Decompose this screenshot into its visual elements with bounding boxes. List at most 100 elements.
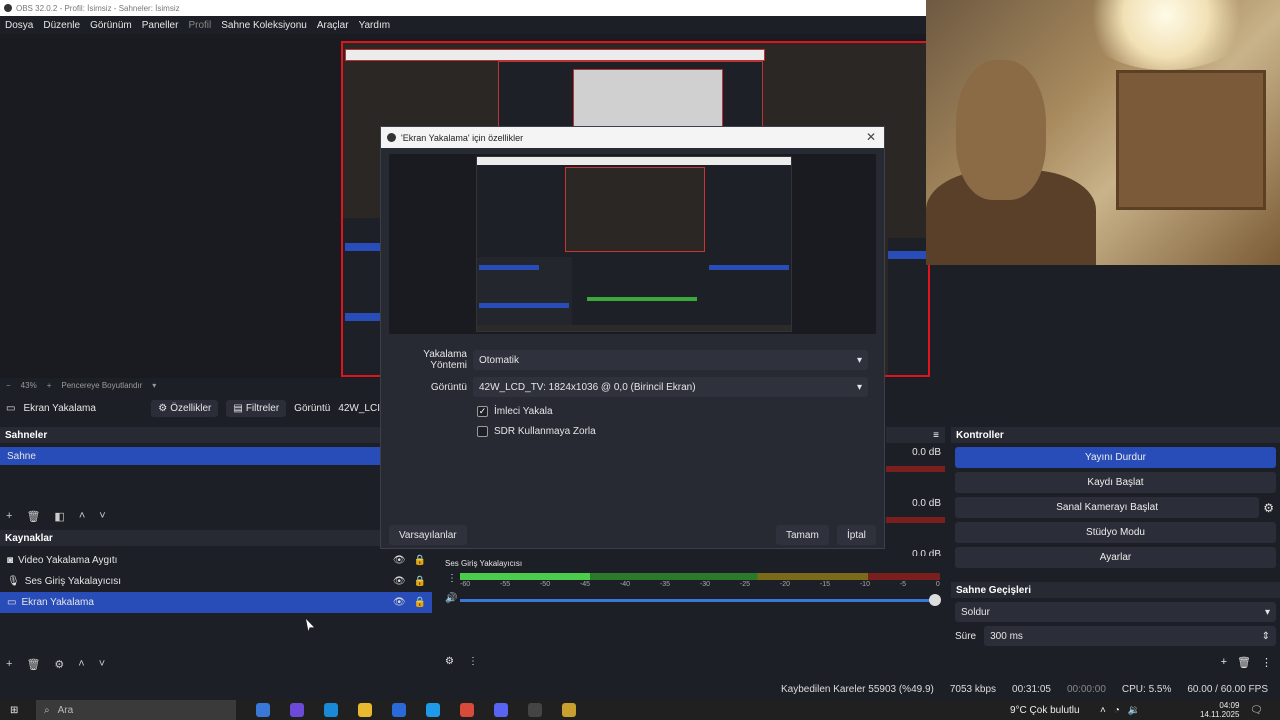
obs-taskbar-icon[interactable] [528,703,542,717]
add-icon[interactable]: + [6,658,12,670]
capture-method-label: Yakalama Yöntemi [423,349,467,371]
eye-icon[interactable]: 👁 [393,576,406,587]
eye-icon[interactable]: 👁 [393,597,406,608]
menu-help[interactable]: Yardım [359,20,391,31]
transitions-dock: Sahne Geçişleri Soldur ▾ Süre 300 ms ⇕ + 🗑… [951,582,1280,675]
weather[interactable]: 9°C Çok bulutlu [1010,705,1080,716]
studio-mode-button[interactable]: Stüdyo Modu [955,522,1276,543]
app-icon[interactable] [426,703,440,717]
chevron-down-icon: ▾ [1264,606,1270,618]
chevron-down-icon: ▾ [856,381,862,393]
ok-button[interactable]: Tamam [776,525,829,545]
cancel-button[interactable]: İptal [837,525,876,545]
volume-icon[interactable]: 🔉 [1128,705,1140,716]
display-select[interactable]: 42W_LCI [338,403,380,414]
file-explorer-icon[interactable] [358,703,372,717]
volume-meter [460,573,940,580]
search-icon: ⌕ [44,704,50,716]
capture-preview [476,156,792,332]
start-record-button[interactable]: Kaydı Başlat [955,472,1276,493]
meter-tick: -45 [579,581,591,588]
fit-to-window[interactable]: Pencereye Boyutlandır [61,381,142,390]
notification-icon[interactable]: 🗨 [1250,705,1263,716]
trash-icon[interactable]: 🗑 [26,510,40,523]
taskbar: ⊞ ⌕ Ara 9°C Çok bulutlu ˄ ◔ 🔉 04:09 14.11.… [0,700,1280,720]
force-sdr-checkbox[interactable]: SDR Kullanmaya Zorla [477,426,596,437]
stop-stream-button[interactable]: Yayını Durdur [955,447,1276,468]
gear-icon[interactable]: ⚙ [1263,501,1274,515]
menu-file[interactable]: Dosya [5,20,33,31]
chevron-up-icon[interactable]: ˄ [1100,705,1106,716]
edge-icon[interactable] [324,703,338,717]
transition-select[interactable]: Soldur ▾ [955,602,1276,622]
menu-profile[interactable]: Profil [188,20,211,31]
add-icon[interactable]: + [6,510,12,522]
volume-slider-handle[interactable] [929,594,941,606]
display-select[interactable]: 42W_LCD_TV: 1824x1036 @ 0,0 (Birincil Ek… [473,377,868,397]
taskbar-search[interactable]: ⌕ Ara [36,700,236,720]
transitions-title: Sahne Geçişleri [951,582,1280,598]
virtual-camera-button[interactable]: Sanal Kamerayı Başlat [955,497,1260,518]
app-icon[interactable] [562,703,576,717]
chevron-down-icon: ▾ [856,354,862,366]
more-icon[interactable]: ⋮ [1261,656,1272,669]
task-view-icon[interactable] [256,703,270,717]
mixer-dock-menu[interactable]: ≡ [886,427,945,443]
zoom-in-button[interactable]: + [47,381,52,390]
store-icon[interactable] [392,703,406,717]
audio-mixer: Ses Giriş Yakalayıcısı ⋮ -60 -55 -50 -45 -40… [437,556,945,667]
meter-tick: -20 [779,581,790,588]
source-item[interactable]: ◙ Video Yakalama Aygıtı 👁 🔒 [0,550,432,571]
defaults-button[interactable]: Varsayılanlar [389,525,467,545]
properties-dialog: 'Ekran Yakalama' için özellikler ✕ Yakal… [380,126,885,549]
chrome-icon[interactable] [460,703,474,717]
advanced-audio-icon[interactable]: ⚙ [445,656,454,667]
grip-icon[interactable]: ⋮ [447,573,457,584]
gear-icon[interactable]: ⚙ [54,658,64,671]
eye-icon[interactable]: 👁 [393,555,406,566]
source-item[interactable]: 🎙 Ses Giriş Yakalayıcısı 👁 🔒 [0,571,432,592]
properties-button[interactable]: ⚙ Özellikler [151,399,219,417]
force-sdr-label: SDR Kullanmaya Zorla [494,426,596,437]
meter-tick: -35 [659,581,671,588]
chevron-down-icon[interactable]: ˅ [99,658,105,670]
obs-logo-icon [387,133,396,142]
scene-item[interactable]: Sahne [0,447,380,465]
volume-slider[interactable] [460,599,940,602]
network-icon[interactable]: ◔ [1114,705,1120,716]
chevron-up-icon[interactable]: ˄ [78,658,84,670]
capture-cursor-checkbox[interactable]: ✓ İmleci Yakala [477,406,553,417]
meter-tick: -5 [899,581,907,588]
chevron-down-icon[interactable]: ˅ [99,510,105,522]
trash-icon[interactable]: 🗑 [26,658,40,671]
windows-start-icon[interactable]: ⊞ [10,705,18,716]
filters-button[interactable]: ▤ Filtreler [226,399,287,417]
menu-view[interactable]: Görünüm [90,20,132,31]
chevron-up-icon[interactable]: ˄ [79,510,85,522]
zoom-out-button[interactable]: − [6,381,11,390]
filters-icon[interactable]: ◧ [54,510,64,523]
clock[interactable]: 04:09 14.11.2025 [1200,701,1239,719]
menu-tools[interactable]: Araçlar [317,20,349,31]
chevron-down-icon[interactable]: ▾ [152,381,156,390]
trash-icon[interactable]: 🗑 [1237,656,1251,669]
lock-icon[interactable]: 🔒 [414,576,426,587]
capture-method-select[interactable]: Otomatik ▾ [473,350,868,370]
speaker-icon[interactable]: 🔊 [445,593,457,604]
discord-icon[interactable] [494,703,508,717]
menu-scene-collection[interactable]: Sahne Koleksiyonu [221,20,307,31]
menu-docks[interactable]: Paneller [142,20,179,31]
close-icon[interactable]: ✕ [866,130,876,144]
more-icon[interactable]: ⋮ [468,656,478,667]
cpu-usage: CPU: 5.5% [1121,684,1172,695]
source-item[interactable]: ▭ Ekran Yakalama 👁 🔒 [0,592,432,613]
lock-icon[interactable]: 🔒 [414,597,426,608]
lock-icon[interactable]: 🔒 [414,555,426,566]
dialog-preview [389,154,876,334]
duration-spinbox[interactable]: 300 ms ⇕ [984,626,1276,646]
add-icon[interactable]: + [1221,656,1227,669]
menu-edit[interactable]: Düzenle [43,20,80,31]
sources-dock: Kaynaklar ◙ Video Yakalama Aygıtı 👁 🔒 🎙 S… [0,530,432,675]
copilot-icon[interactable] [290,703,304,717]
settings-button[interactable]: Ayarlar [955,547,1276,568]
